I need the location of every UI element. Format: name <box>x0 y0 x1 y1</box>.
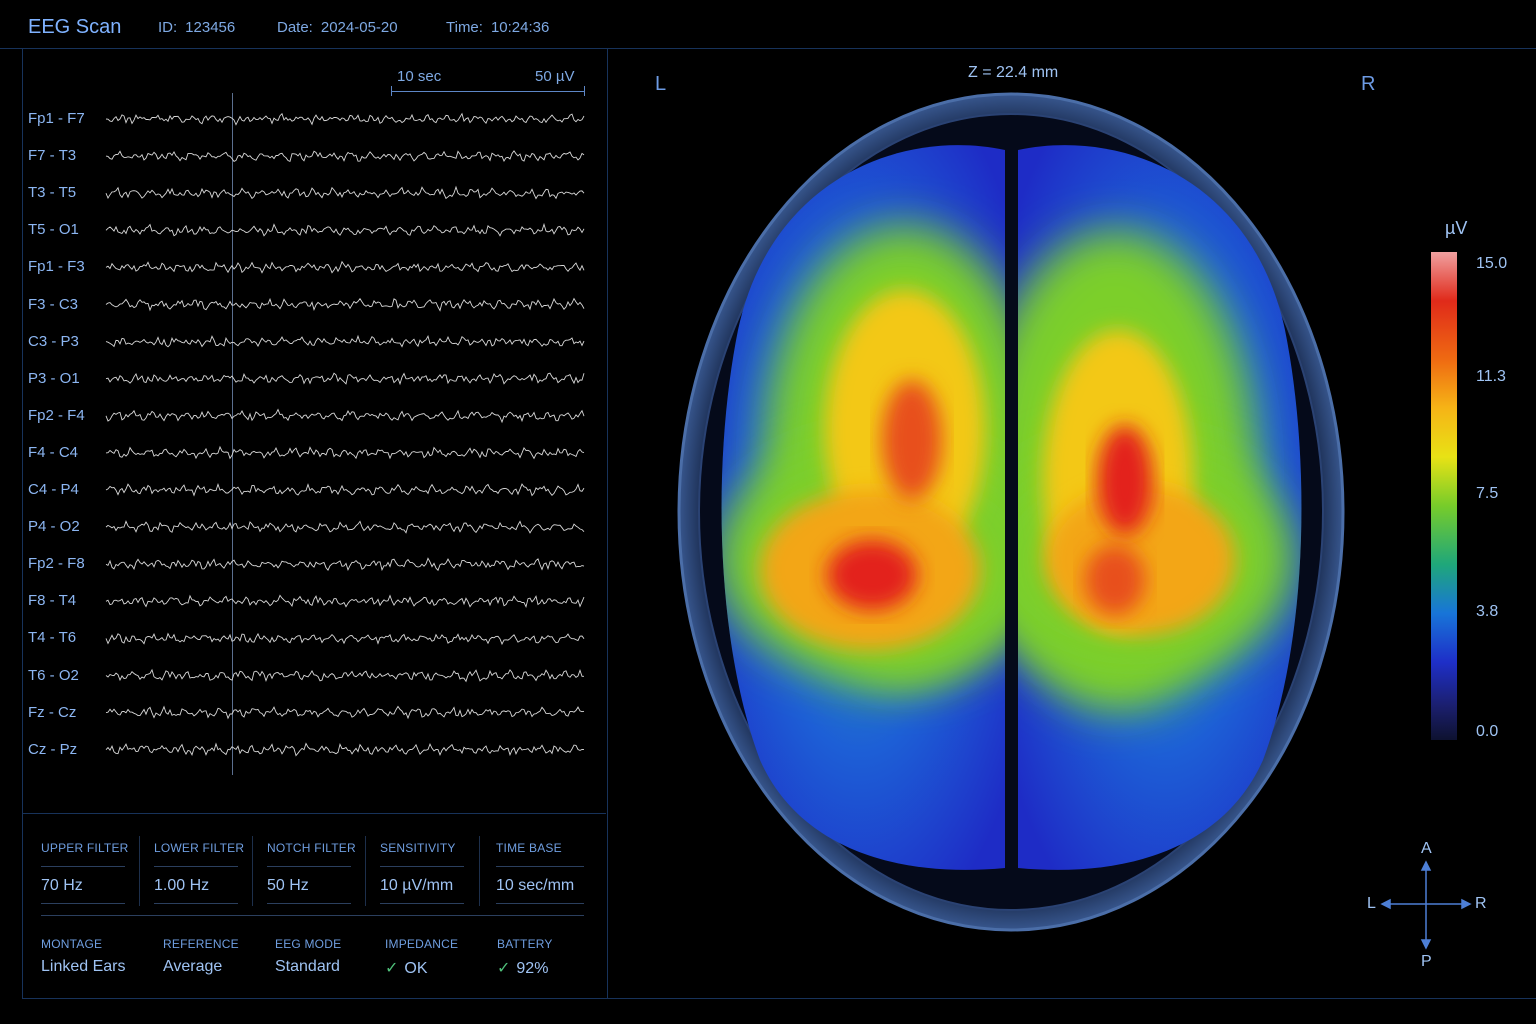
notch-filter-label: NOTCH FILTER <box>267 841 356 855</box>
time-base-value[interactable]: 10 sec/mm <box>496 877 574 895</box>
channel-label: Fp2 - F8 <box>28 555 85 573</box>
left-hemisphere-label: L <box>655 73 667 95</box>
field-rule <box>380 903 464 904</box>
posterior-label: P <box>1421 953 1432 970</box>
colorbar-tick: 11.3 <box>1476 368 1506 385</box>
impedance-label: IMPEDANCE <box>385 937 459 951</box>
scan-date-label: Date: <box>277 19 313 36</box>
sensitivity-value[interactable]: 10 µV/mm <box>380 877 453 895</box>
eeg-mode-value[interactable]: Standard <box>275 958 340 976</box>
field-rule <box>267 866 351 867</box>
field-rule <box>154 866 238 867</box>
settings-divider <box>139 836 140 906</box>
channel-label: C3 - P3 <box>28 332 79 350</box>
field-rule <box>41 903 125 904</box>
scan-date-value: 2024-05-20 <box>320 19 398 36</box>
scan-time: Time: 10:24:36 <box>446 19 549 36</box>
patient-id-value: 123456 <box>185 19 236 36</box>
lower-filter-label: LOWER FILTER <box>154 841 245 855</box>
anterior-label: A <box>1421 840 1432 857</box>
check-icon: ✓ <box>497 960 511 977</box>
reference-value[interactable]: Average <box>163 958 222 976</box>
channel-label: P3 - O1 <box>28 369 80 387</box>
channel-label: Fp1 - F3 <box>28 258 85 276</box>
colorbar-tick: 3.8 <box>1476 603 1499 620</box>
orientation-left-label: L <box>1367 895 1376 912</box>
field-rule <box>267 903 351 904</box>
channel-label: Cz - Pz <box>28 740 78 758</box>
scale-bar-tick-left <box>391 86 392 96</box>
eeg-mode-label: EEG MODE <box>275 937 342 951</box>
upper-filter-value[interactable]: 70 Hz <box>41 877 83 895</box>
reference-label: REFERENCE <box>163 937 239 951</box>
scale-bar-tick-right <box>584 86 585 96</box>
colorbar-unit: µV <box>1445 218 1468 238</box>
field-rule <box>496 903 584 904</box>
settings-divider <box>252 836 253 906</box>
field-rule <box>496 866 584 867</box>
patient-id-label: ID: <box>158 19 178 36</box>
right-hemisphere-label: R <box>1361 73 1376 95</box>
field-rule <box>380 866 464 867</box>
sensitivity-label: SENSITIVITY <box>380 841 456 855</box>
colorbar-tick: 15.0 <box>1476 255 1508 272</box>
time-cursor[interactable] <box>232 93 233 775</box>
lower-filter-value[interactable]: 1.00 Hz <box>154 877 209 895</box>
colorbar-tick: 7.5 <box>1476 485 1499 502</box>
amplitude-scale-label: 50 µV <box>535 68 575 85</box>
check-icon: ✓ <box>385 960 399 977</box>
time-scale-label: 10 sec <box>397 68 442 85</box>
channel-label: Fz - Cz <box>28 703 77 721</box>
settings-section-rule <box>41 915 584 916</box>
field-rule <box>154 903 238 904</box>
settings-divider <box>479 836 480 906</box>
channel-label: F4 - C4 <box>28 443 79 461</box>
channel-label: F8 - T4 <box>28 592 77 610</box>
channel-label: P4 - O2 <box>28 518 80 536</box>
settings-panel: UPPER FILTER 70 Hz LOWER FILTER 1.00 Hz … <box>22 813 606 999</box>
colorbar-tick: 0.0 <box>1476 723 1499 740</box>
time-base-label: TIME BASE <box>496 841 562 855</box>
channel-label: F7 - T3 <box>28 147 77 165</box>
app-title: EEG Scan <box>28 16 122 38</box>
slice-position-label: Z = 22.4 mm <box>968 64 1059 81</box>
montage-label: MONTAGE <box>41 937 103 951</box>
impedance-value: ✓ OK <box>385 958 428 978</box>
frame-bottom-rule <box>22 998 1536 999</box>
upper-filter-label: UPPER FILTER <box>41 841 129 855</box>
channel-label: T5 - O1 <box>28 221 79 239</box>
brain-map-panel <box>607 48 1536 998</box>
impedance-status: OK <box>404 960 428 977</box>
battery-label: BATTERY <box>497 937 553 951</box>
scan-time-label: Time: <box>446 19 483 36</box>
field-rule <box>41 866 125 867</box>
montage-value[interactable]: Linked Ears <box>41 958 126 976</box>
scan-date: Date: 2024-05-20 <box>277 19 398 36</box>
orientation-right-label: R <box>1475 895 1487 912</box>
scan-time-value: 10:24:36 <box>490 19 550 36</box>
battery-value: ✓ 92% <box>497 958 548 978</box>
channel-label: F3 - C3 <box>28 295 79 313</box>
battery-level: 92% <box>516 960 549 977</box>
scale-bar <box>391 91 585 92</box>
channel-label: T6 - O2 <box>28 666 79 684</box>
settings-divider <box>365 836 366 906</box>
channel-label: T3 - T5 <box>28 184 77 202</box>
top-bar: EEG Scan ID: 123456 Date: 2024-05-20 Time:… <box>0 0 1536 49</box>
patient-id: ID: 123456 <box>158 19 235 36</box>
channel-label: Fp2 - F4 <box>28 406 85 424</box>
channel-label: Fp1 - F7 <box>28 110 85 127</box>
notch-filter-value[interactable]: 50 Hz <box>267 877 309 895</box>
channel-label: T4 - T6 <box>28 629 77 647</box>
channel-label: C4 - P4 <box>28 481 79 498</box>
colorbar <box>1431 252 1457 740</box>
